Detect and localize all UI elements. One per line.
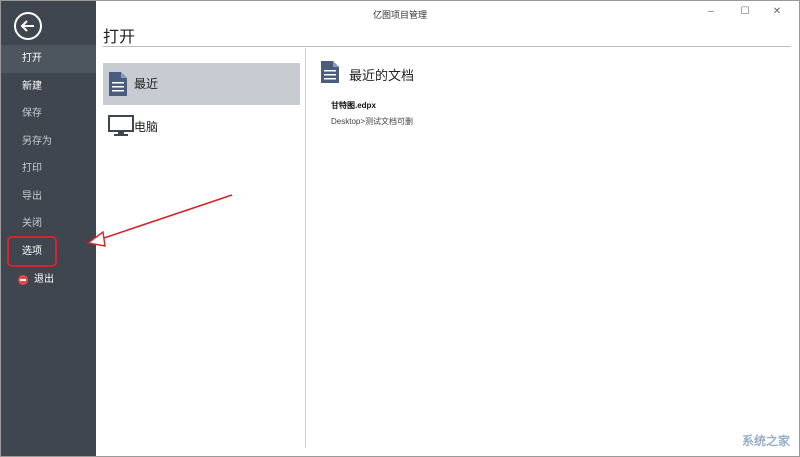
source-label: 电脑 — [134, 120, 159, 134]
source-recent[interactable]: 最近 — [103, 63, 300, 105]
source-computer[interactable]: 电脑 — [103, 106, 300, 148]
recent-file-name[interactable]: 甘特图.edpx — [331, 100, 376, 111]
maximize-button[interactable]: ☐ — [735, 5, 755, 19]
close-button[interactable]: ✕ — [767, 5, 787, 19]
watermark: 系统之家 — [741, 434, 790, 448]
panel-divider — [305, 48, 306, 448]
minimize-button[interactable]: – — [701, 5, 721, 19]
monitor-icon — [108, 115, 134, 136]
window-title: 亿图项目管理 — [372, 10, 427, 20]
document-icon — [321, 61, 339, 83]
recent-heading: 最近的文档 — [349, 68, 415, 83]
page-title: 打开 — [103, 29, 136, 46]
document-icon — [109, 72, 127, 96]
source-label: 最近 — [134, 77, 159, 91]
recent-file-path: Desktop>测试文档可删 — [331, 117, 414, 126]
title-divider — [103, 46, 791, 47]
